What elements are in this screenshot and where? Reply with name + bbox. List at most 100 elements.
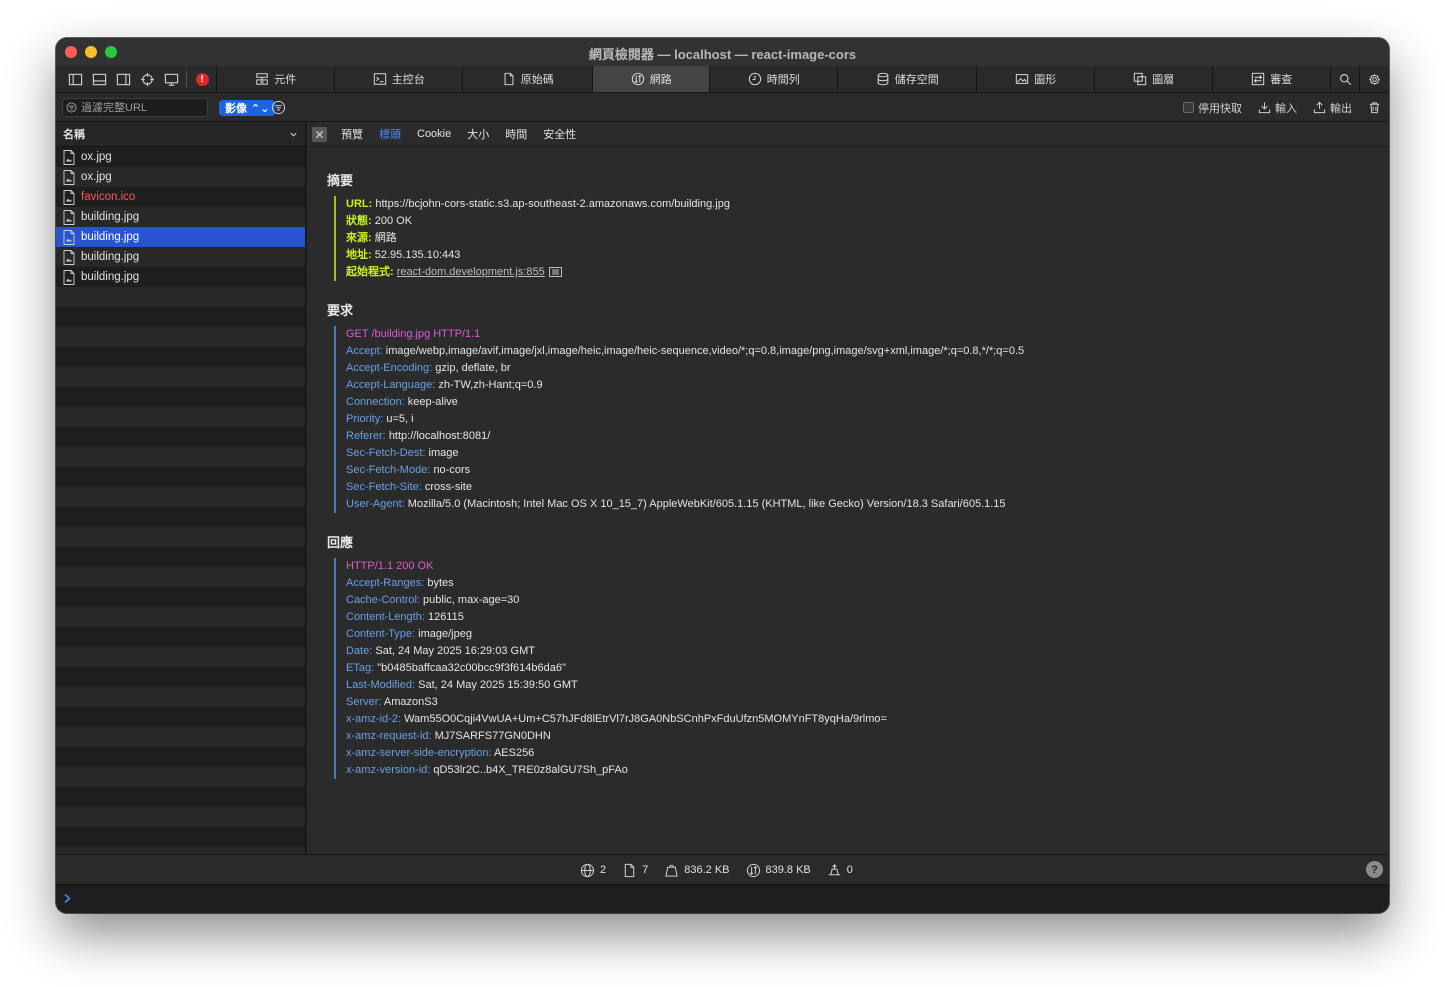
dock-right-icon[interactable] [111,66,135,92]
tab-network[interactable]: 網路 [593,66,711,92]
empty-row [56,607,305,627]
list-item[interactable]: ox.jpg [56,147,305,167]
summary-status-key: 狀態: [346,215,372,227]
detail-tab[interactable]: 標頭 [379,126,401,142]
empty-row [56,447,305,467]
list-item[interactable]: building.jpg [56,267,305,287]
help-button[interactable]: ? [1366,861,1383,878]
list-item[interactable]: building.jpg [56,227,305,247]
network-stats: 2 7 836.2 KB 839.8 KB 0 [580,855,853,885]
clear-log-button[interactable] [1368,101,1381,114]
empty-row [56,807,305,827]
list-item[interactable]: ox.jpg [56,167,305,187]
resource-type-select[interactable]: 影像 ⌃⌄ [219,100,276,116]
title-bar: 網頁檢閱器 — localhost — react-image-cors [56,38,1389,66]
list-item[interactable]: building.jpg [56,247,305,267]
console-prompt-bar[interactable] [56,884,1389,913]
header-value: no-cors [433,464,471,476]
header-key: Date: [346,645,373,657]
name-column-label: 名稱 [63,129,85,141]
request-section-title: 要求 [327,303,354,318]
device-settings-icon[interactable] [159,66,183,92]
header-key: Sec-Fetch-Dest: [346,447,426,459]
name-column-header[interactable]: 名稱 [56,122,305,147]
header-value: keep-alive [407,396,458,408]
dock-left-icon[interactable] [63,66,87,92]
summary-source-key: 來源: [346,232,372,244]
error-indicator-icon[interactable]: ! [190,66,214,92]
gear-icon[interactable] [1360,66,1389,92]
header-value: MJ7SARFS77GN0DHN [434,730,551,742]
header-value: Mozilla/5.0 (Macintosh; Intel Mac OS X 1… [407,498,1006,510]
tab-label: 時間列 [766,74,800,86]
tab-console[interactable]: 主控台 [335,66,464,92]
weight-icon [665,864,679,877]
close-detail-button[interactable] [312,126,327,142]
empty-row [56,547,305,567]
inspector-tabs: 元件 主控台 原始碼 網路 時間列 儲存空間 圖形 圖層 審查 [217,66,1332,92]
header-row: User-Agent: Mozilla/5.0 (Macintosh; Inte… [346,496,1024,513]
storage-icon [876,72,890,86]
tab-graphics[interactable]: 圖形 [977,66,1096,92]
filter-url-field[interactable] [62,98,208,117]
header-value: image [428,447,459,459]
header-value: image/webp,image/avif,image/jxl,image/he… [385,345,1025,357]
filter-url-input[interactable] [81,101,201,114]
empty-row [56,747,305,767]
export-label: 輸出 [1330,102,1352,115]
header-key: ETag: [346,662,375,674]
filter-bar: 影像 ⌃⌄ 停用快取 輸入 輸出 [56,93,1389,122]
header-row: Referer: http://localhost:8081/ [346,428,1024,445]
image-file-icon [63,249,75,265]
detail-tab[interactable]: Cookie [417,128,451,140]
tab-label: 圖形 [1034,74,1057,86]
empty-row [56,407,305,427]
dock-bottom-icon[interactable] [87,66,111,92]
search-icon[interactable] [1331,66,1361,92]
transferred-size: 836.2 KB [684,864,730,876]
tab-storage[interactable]: 儲存空間 [838,66,978,92]
export-button[interactable]: 輸出 [1313,100,1352,116]
list-item-label: ox.jpg [81,171,112,183]
header-value: cross-site [424,481,472,493]
header-row: Connection: keep-alive [346,394,1024,411]
header-row: Accept: image/webp,image/avif,image/jxl,… [346,343,1024,360]
header-value: "b0485baffcaa32c00bcc9f3f614b6da6" [377,662,566,674]
tab-sources[interactable]: 原始碼 [463,66,594,92]
tab-layers[interactable]: 圖層 [1095,66,1214,92]
empty-row [56,727,305,747]
header-value: 126115 [427,611,464,623]
empty-row [56,827,305,847]
resources-count: 7 [642,864,649,876]
web-inspector-window: 網頁檢閱器 — localhost — react-image-cors ! 元… [56,38,1389,913]
disable-cache-toggle[interactable]: 停用快取 [1183,100,1242,116]
disable-cache-label: 停用快取 [1198,102,1242,115]
list-item[interactable]: building.jpg [56,207,305,227]
export-icon [1313,101,1326,114]
timelines-icon [748,72,762,86]
detail-tab[interactable]: 時間 [505,126,527,142]
initiator-link[interactable]: react-dom.development.js:855 [397,266,545,278]
toolbar-divider [186,71,187,87]
header-row: x-amz-id-2: Wam55O0Cqji4VwUA+Um+C57hJFd8… [346,711,887,728]
tab-audit[interactable]: 審查 [1213,66,1332,92]
detail-tab[interactable]: 安全性 [543,126,576,142]
detail-tab[interactable]: 預覽 [341,126,363,142]
response-status-line: HTTP/1.1 200 OK [346,560,434,572]
summary-initiator-row: 起始程式: react-dom.development.js:855 [346,264,730,281]
request-line: GET /building.jpg HTTP/1.1 [346,328,481,340]
list-item-label: building.jpg [81,231,140,243]
tab-elements[interactable]: 元件 [217,66,336,92]
source-location-icon[interactable] [548,267,562,277]
list-item[interactable]: favicon.ico [56,187,305,207]
inspect-element-icon[interactable] [135,66,159,92]
header-key: Accept-Ranges: [346,577,425,589]
filter-options-icon[interactable] [271,100,286,115]
disable-cache-checkbox[interactable] [1183,102,1194,113]
empty-row [56,587,305,607]
import-button[interactable]: 輸入 [1258,100,1297,116]
header-key: Last-Modified: [346,679,416,691]
summary-source-value: 網路 [374,232,397,244]
tab-timelines[interactable]: 時間列 [710,66,839,92]
detail-tab[interactable]: 大小 [467,126,489,142]
